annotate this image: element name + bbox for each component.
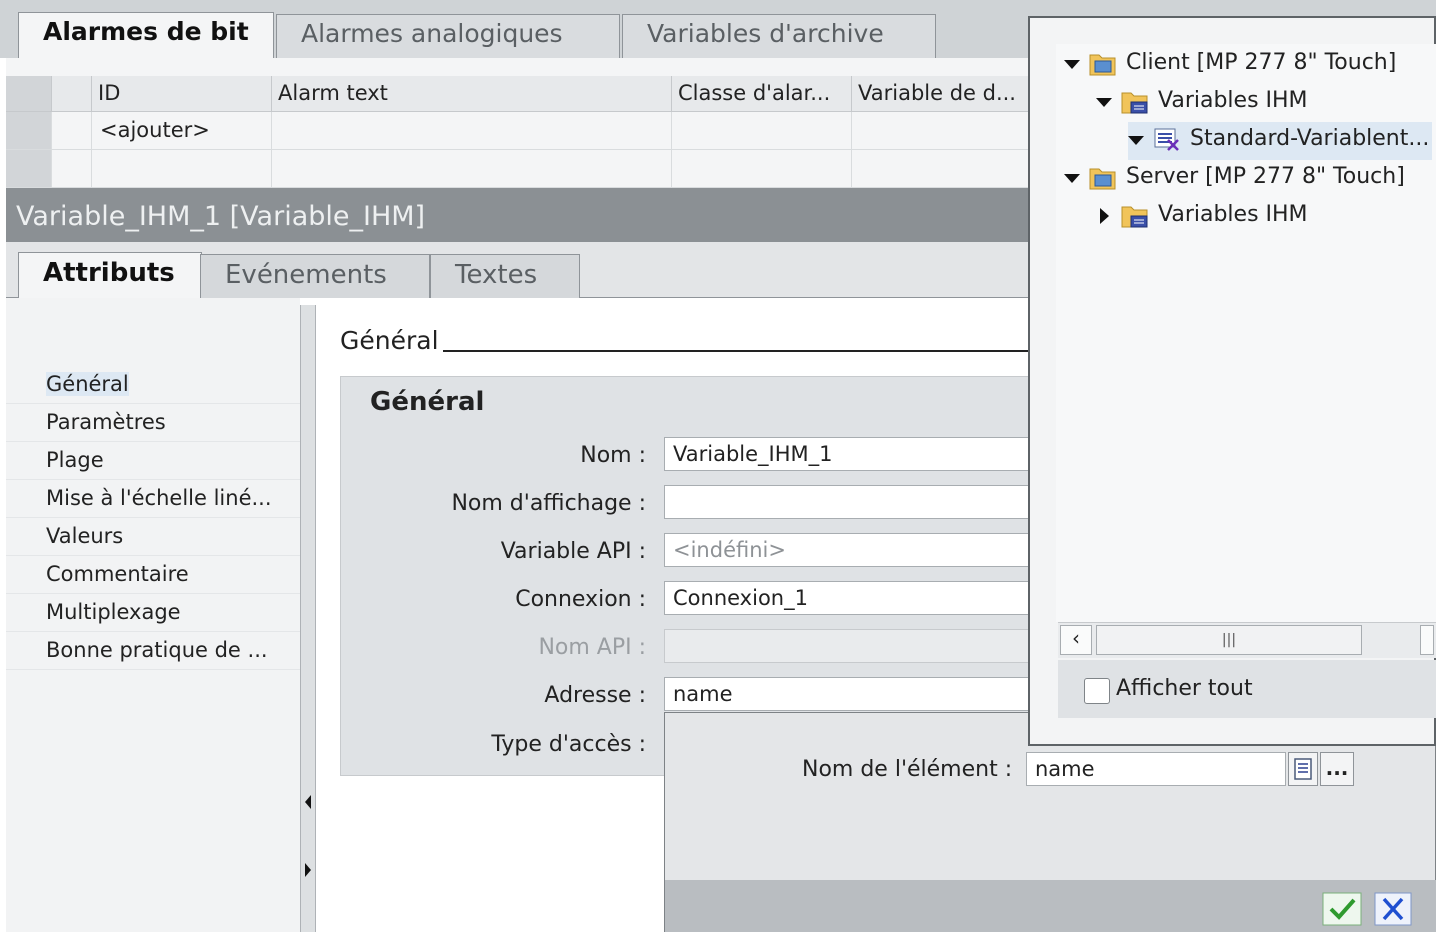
nom-api-label: Nom API : [538,635,646,660]
tree-item-label: Server [MP 277 8" Touch] [1126,164,1405,189]
element-name-field[interactable]: name [1026,752,1286,786]
nav-item-commentaire[interactable]: Commentaire [6,556,300,594]
expand-arrow-icon[interactable] [1064,60,1080,69]
nav-item-mise-echelle[interactable]: Mise à l'échelle liné... [6,480,300,518]
grid-header-alarm-text[interactable]: Alarm text [272,76,672,112]
nom-label: Nom : [580,443,646,468]
properties-tab-bar: Attributs Evénements Textes [6,242,1030,299]
show-all-checkbox[interactable] [1084,678,1110,704]
expand-arrow-icon[interactable] [1064,174,1080,183]
grid-header-variable[interactable]: Variable de d... [852,76,1030,112]
grid-header-blank [52,76,92,112]
check-icon [1322,892,1362,926]
collapse-left-icon[interactable] [305,795,311,809]
expand-right-icon[interactable] [305,863,311,877]
table-cell[interactable] [672,112,852,150]
connexion-field[interactable]: Connexion_1 [664,581,1030,615]
nom-field[interactable]: Variable_IHM_1 [664,437,1030,471]
nav-splitter[interactable] [300,305,316,932]
adresse-label: Adresse : [544,683,646,708]
tag-table-icon [1154,128,1179,151]
tab-alarmes-analogiques[interactable]: Alarmes analogiques [276,14,620,58]
variable-api-field[interactable]: <indéfini> [664,533,1030,567]
properties-nav: Général Paramètres Plage Mise à l'échell… [6,298,300,932]
nav-item-label: Général [46,372,129,396]
nav-item-general[interactable]: Général [6,366,300,404]
tag-tree: Client [MP 277 8" Touch] Variables IHM S… [1056,44,1436,622]
scroll-right-icon[interactable] [1420,625,1434,655]
connexion-label: Connexion : [515,587,646,612]
list-button[interactable] [1288,752,1318,786]
close-icon [1374,892,1412,926]
confirm-button[interactable] [1322,892,1362,926]
nom-affichage-field[interactable] [664,485,1030,519]
table-cell[interactable] [272,150,672,188]
tree-horizontal-scrollbar[interactable]: ‹ ||| [1058,622,1436,658]
tree-item-label: Client [MP 277 8" Touch] [1126,50,1397,75]
tree-item-standard-table[interactable]: Standard-Variablent... [1128,122,1432,160]
tags-folder-icon [1121,92,1148,114]
add-row-cell[interactable]: <ajouter> [92,112,272,150]
tab-evenements[interactable]: Evénements [200,254,430,298]
grid-corner [6,76,52,112]
scroll-left-icon[interactable]: ‹ [1060,625,1092,655]
nom-api-field [664,629,1030,663]
nav-item-plage[interactable]: Plage [6,442,300,480]
variable-api-label: Variable API : [500,539,646,564]
tab-alarmes-de-bit[interactable]: Alarmes de bit [18,12,274,60]
tab-variables-archive[interactable]: Variables d'archive [622,14,936,58]
section-divider [443,350,1030,352]
type-acces-label: Type d'accès : [491,732,646,757]
scroll-thumb[interactable]: ||| [1096,625,1362,655]
tags-folder-icon [1121,206,1148,228]
adresse-field[interactable]: name [664,677,1030,711]
section-header: Général [340,326,439,355]
nav-item-multiplexage[interactable]: Multiplexage [6,594,300,632]
alarm-grid: ID Alarm text Classe d'alar... Variable … [6,58,1030,188]
expand-arrow-icon[interactable] [1096,98,1112,107]
grid-header-id[interactable]: ID [92,76,272,112]
nom-affichage-label: Nom d'affichage : [451,491,646,516]
table-cell [52,112,92,150]
table-cell[interactable] [272,112,672,150]
table-cell[interactable] [672,150,852,188]
table-cell[interactable] [92,150,272,188]
tree-item-label: Variables IHM [1158,88,1308,113]
list-icon [1294,758,1312,780]
table-cell[interactable] [852,150,1030,188]
collapsed-arrow-icon[interactable] [1100,208,1109,224]
tab-textes[interactable]: Textes [430,254,580,298]
grid-header-alarm-class[interactable]: Classe d'alar... [672,76,852,112]
device-folder-icon [1089,168,1116,190]
expand-arrow-icon[interactable] [1128,136,1144,145]
tree-item-label: Standard-Variablent... [1190,126,1430,151]
nav-item-parametres[interactable]: Paramètres [6,404,300,442]
nav-item-valeurs[interactable]: Valeurs [6,518,300,556]
properties-title: Variable_IHM_1 [Variable_IHM] [6,188,1030,242]
tree-item-label: Variables IHM [1158,202,1308,227]
element-name-label: Nom de l'élément : [802,757,1013,782]
table-cell[interactable] [852,112,1030,150]
device-folder-icon [1089,54,1116,76]
nav-item-bonne-pratique[interactable]: Bonne pratique de ... [6,632,300,670]
group-title: Général [370,387,485,417]
row-header[interactable] [6,112,52,150]
table-cell [52,150,92,188]
row-header[interactable] [6,150,52,188]
browse-button[interactable]: ... [1320,752,1354,786]
tab-attributs[interactable]: Attributs [18,252,202,299]
popup-footer [665,880,1436,932]
show-all-label[interactable]: Afficher tout [1116,676,1253,701]
cancel-button[interactable] [1374,892,1412,926]
